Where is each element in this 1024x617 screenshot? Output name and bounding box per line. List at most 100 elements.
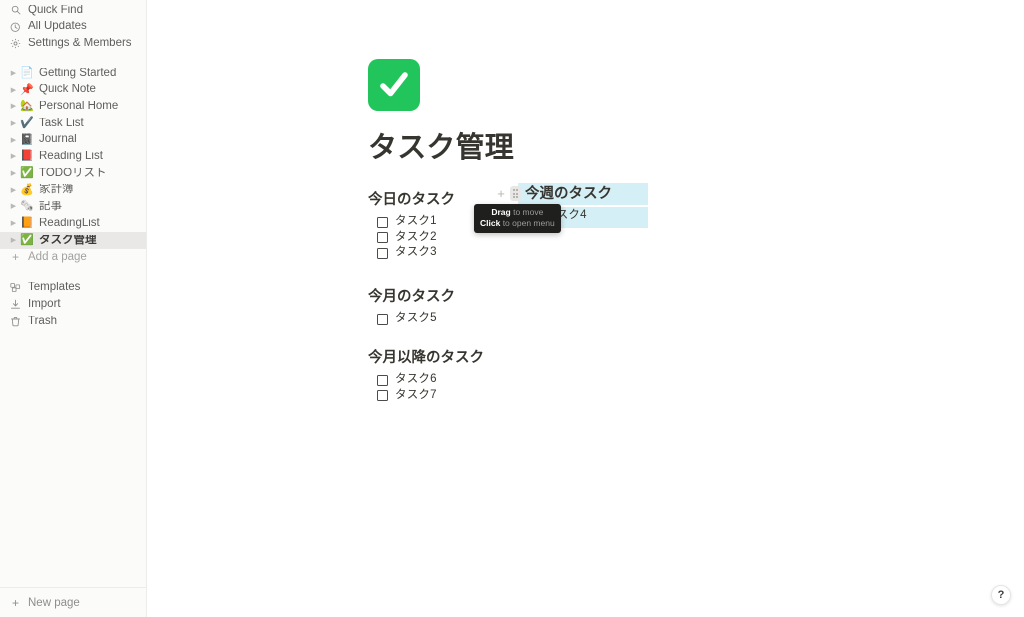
page-emoji-icon: 💰 (20, 183, 34, 196)
add-block-button[interactable]: + (494, 187, 508, 201)
sidebar-item-label: Templates (28, 282, 81, 294)
page-emoji-icon: ✔️ (20, 116, 34, 129)
sidebar-item-quick-find[interactable]: Quick Find (0, 2, 146, 19)
page-title[interactable]: タスク管理 (368, 132, 928, 165)
sidebar-item-trash[interactable]: Trash (0, 313, 146, 330)
sidebar-page-label: Task List (39, 117, 84, 129)
chevron-right-icon[interactable]: ▶ (8, 103, 19, 110)
drag-handle-tooltip: Drag to move Click to open menu (474, 204, 561, 233)
add-a-page-label: Add a page (28, 251, 87, 264)
sidebar-page-label: 記事 (39, 201, 62, 213)
chevron-right-icon[interactable]: ▶ (8, 120, 19, 127)
sidebar-page-kakeibo[interactable]: ▶ 💰 家計簿 (0, 182, 146, 199)
sidebar-page-label: ReadingList (39, 217, 100, 229)
chevron-right-icon[interactable]: ▶ (8, 220, 19, 227)
sidebar-page-label: Reading List (39, 151, 103, 163)
sidebar-item-settings-members[interactable]: Settings & Members (0, 35, 146, 52)
todo-checkbox[interactable] (377, 313, 388, 325)
chevron-right-icon[interactable]: ▶ (8, 87, 19, 94)
sidebar-page-quick-note[interactable]: ▶ 📌 Quick Note (0, 82, 146, 99)
tooltip-line-2-strong: Click (480, 217, 501, 228)
section-heading-this-week[interactable]: 今週のタスク (518, 183, 653, 205)
sidebar-page-label: Quick Note (39, 84, 96, 96)
sidebar-item-all-updates[interactable]: All Updates (0, 19, 146, 36)
plus-icon: + (11, 595, 19, 610)
sidebar: Quick Find All Updates Settings & Member… (0, 0, 147, 617)
plus-icon: + (11, 250, 19, 265)
sidebar-page-task-list[interactable]: ▶ ✔️ Task List (0, 115, 146, 132)
chevron-right-icon[interactable]: ▶ (8, 187, 19, 194)
todo-label: タスク2 (395, 230, 437, 243)
todo-checkbox[interactable] (377, 232, 388, 244)
sidebar-item-templates[interactable]: Templates (0, 280, 146, 297)
gear-icon (8, 38, 23, 49)
todo-item[interactable]: タスク6 (368, 372, 928, 388)
page-emoji-icon: 🗞️ (20, 200, 34, 213)
page-emoji-icon: ✅ (20, 233, 34, 246)
page-emoji-icon: 📄 (20, 66, 34, 79)
section-heading-this-month[interactable]: 今月のタスク (368, 287, 928, 308)
page-emoji-icon: 📓 (20, 133, 34, 146)
chevron-right-icon[interactable]: ▶ (8, 170, 19, 177)
chevron-right-icon[interactable]: ▶ (8, 137, 19, 144)
todo-checkbox[interactable] (377, 390, 388, 402)
sidebar-item-label: Trash (28, 315, 57, 327)
todo-label: タスク3 (395, 246, 437, 259)
sidebar-item-import[interactable]: Import (0, 296, 146, 313)
tooltip-line-1: Drag to move (480, 207, 555, 218)
todo-checkbox[interactable] (377, 374, 388, 386)
sidebar-page-getting-started[interactable]: ▶ 📄 Getting Started (0, 65, 146, 82)
block-controls: + (494, 186, 521, 201)
sidebar-page-reading-list[interactable]: ▶ 📕 Reading List (0, 149, 146, 166)
sidebar-page-kiji[interactable]: ▶ 🗞️ 記事 (0, 199, 146, 216)
tooltip-line-2-rest: to open menu (500, 217, 555, 228)
section-heading-beyond-month[interactable]: 今月以降のタスク (368, 348, 928, 369)
sidebar-page-journal[interactable]: ▶ 📓 Journal (0, 132, 146, 149)
trash-icon (8, 316, 23, 327)
tooltip-line-1-strong: Drag (491, 207, 511, 217)
sidebar-page-todo-list[interactable]: ▶ ✅ TODOリスト (0, 165, 146, 182)
sidebar-item-label: Import (28, 298, 61, 310)
sidebar-page-label: Getting Started (39, 67, 117, 79)
todo-item[interactable]: タスク3 (368, 245, 928, 261)
search-icon (8, 5, 23, 15)
notion-window: Quick Find All Updates Settings & Member… (0, 0, 1024, 617)
sidebar-page-label: 家計簿 (39, 184, 74, 196)
todo-item[interactable]: タスク7 (368, 388, 928, 404)
add-a-page-button[interactable]: + Add a page (0, 249, 146, 266)
sidebar-page-label: タスク管理 (39, 234, 97, 246)
sidebar-item-label: Settings & Members (28, 37, 132, 49)
sidebar-page-personal-home[interactable]: ▶ 🏡 Personal Home (0, 98, 146, 115)
templates-icon (8, 282, 23, 293)
six-dot-grip (512, 189, 519, 198)
page-emoji-icon: 🏡 (20, 100, 34, 113)
chevron-right-icon[interactable]: ▶ (8, 203, 19, 210)
page-icon[interactable] (368, 59, 420, 111)
tooltip-line-2: Click to open menu (480, 218, 555, 229)
chevron-right-icon[interactable]: ▶ (8, 70, 19, 77)
clock-icon (8, 22, 23, 33)
sidebar-page-task-kanri[interactable]: ▶ ✅ タスク管理 (0, 231, 146, 249)
todo-item[interactable]: タスク5 (368, 311, 928, 327)
todo-label: タスク6 (395, 373, 437, 386)
todo-label: タスク7 (395, 388, 437, 401)
sidebar-page-readinglist[interactable]: ▶ 📙 ReadingList (0, 215, 146, 232)
sidebar-page-label: Journal (39, 134, 77, 146)
chevron-right-icon[interactable]: ▶ (8, 153, 19, 160)
todo-item[interactable]: タスク2 (368, 230, 928, 246)
help-button[interactable]: ? (991, 585, 1011, 605)
page-emoji-icon: 📌 (20, 83, 34, 96)
todo-label: タスク5 (395, 312, 437, 325)
page-emoji-icon: 📕 (20, 150, 34, 163)
drag-handle-icon[interactable] (510, 186, 521, 201)
todo-label: タスク1 (395, 215, 437, 228)
sidebar-item-label: All Updates (28, 21, 87, 33)
todo-checkbox[interactable] (377, 247, 388, 259)
page-emoji-icon: ✅ (20, 167, 34, 180)
new-page-button[interactable]: + New page (0, 587, 146, 617)
todo-checkbox[interactable] (377, 216, 388, 228)
sidebar-page-label: Personal Home (39, 101, 119, 113)
chevron-right-icon[interactable]: ▶ (8, 237, 19, 244)
